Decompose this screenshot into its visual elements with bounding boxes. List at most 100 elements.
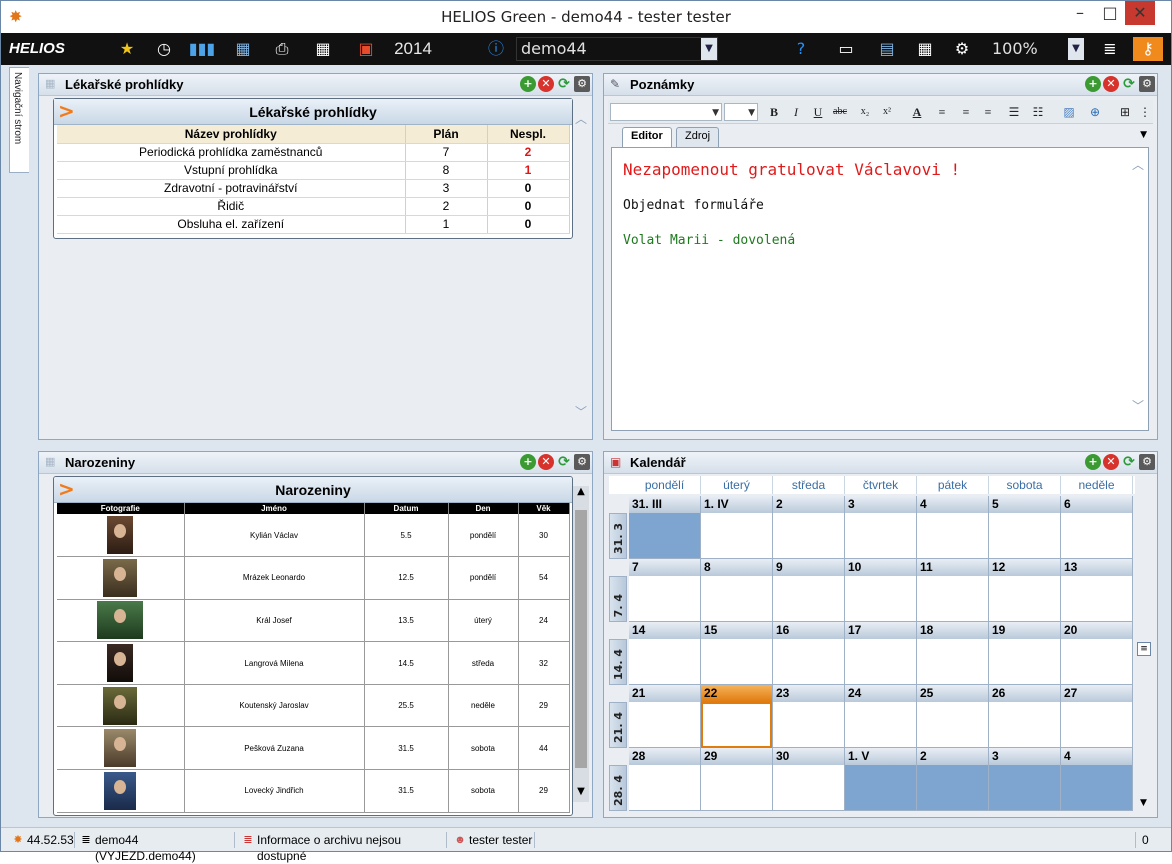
calendar-day-body[interactable] [701,576,772,622]
calendar-day-cell[interactable]: 4 [1061,748,1133,811]
calendar-day-body[interactable] [845,513,916,559]
settings-icon[interactable]: ⚙ [1139,76,1155,92]
calendar-day-cell[interactable]: 30 [773,748,845,811]
calendar-day-body[interactable] [845,576,916,622]
calendar-day-body[interactable] [1061,765,1132,811]
calendar-day-body[interactable] [1061,576,1132,622]
tab-editor[interactable]: Editor [622,127,672,147]
calendar-day-body[interactable] [629,639,700,685]
calendar-day-body[interactable] [917,702,988,748]
add-icon[interactable]: + [1085,76,1101,92]
settings-icon[interactable]: ⚙ [574,76,590,92]
calendar-day-body[interactable] [1061,513,1132,559]
calendar-day-body[interactable] [989,576,1060,622]
image-icon[interactable]: ▨ [1060,103,1078,121]
calendar-day-cell[interactable]: 19 [989,622,1061,685]
table-row[interactable]: Řidič 2 0 [57,197,570,216]
column-header[interactable]: Fotografie [57,503,185,514]
table-row[interactable]: Obsluha el. zařízení 1 0 [57,215,570,234]
subscript-icon[interactable]: x₂ [856,103,874,121]
calendar-day-cell[interactable]: 24 [845,685,917,748]
column-header[interactable]: Plán [405,125,488,144]
calendar-day-body[interactable] [989,702,1060,748]
chevron-up-icon[interactable]: ▲ [573,486,589,502]
info-icon[interactable]: ⓘ [484,37,508,61]
grid-layout-icon[interactable]: ▦ [310,37,336,61]
table-row[interactable]: Koutenský Jaroslav 25.5 neděle 29 [57,684,570,728]
table-row[interactable]: Lovecký Jindřich 31.5 sobota 29 [57,769,570,813]
navigation-tree-tab[interactable]: Navigační strom [9,67,29,173]
calendar-day-cell[interactable]: 2 [917,748,989,811]
calendar-day-cell[interactable]: 11 [917,559,989,622]
calendar-day-cell[interactable]: 26 [989,685,1061,748]
calendar-menu-icon[interactable]: ≡ [1137,642,1151,656]
modules-bars-icon[interactable]: ▮▮▮ [188,37,216,61]
chevron-down-icon[interactable]: ▼ [573,786,589,802]
refresh-icon[interactable]: ⟳ [1121,76,1137,92]
table-row[interactable]: Vstupní prohlídka 8 1 [57,161,570,180]
maximize-button[interactable]: □ [1095,1,1125,25]
layout-settings-icon[interactable]: ▦ [912,37,938,61]
calendar-day-cell[interactable]: 1. V [845,748,917,811]
bullet-list-icon[interactable]: ☰ [1006,103,1022,121]
table-row[interactable]: Kylián Václav 5.5 pondělí 30 [57,514,570,558]
calendar-day-cell[interactable]: 22 [701,685,773,748]
chevron-down-icon[interactable]: ▼ [1068,38,1084,60]
close-button[interactable]: ✕ [1125,1,1155,25]
database-disconnect-icon[interactable]: ≣ [1097,37,1123,61]
align-center-icon[interactable]: ≡ [958,103,974,121]
link-icon[interactable]: ⊕ [1086,103,1104,121]
table-row[interactable]: Zdravotní - potravinářství 3 0 [57,179,570,198]
calendar-day-body[interactable] [917,513,988,559]
calendar-day-cell[interactable]: 15 [701,622,773,685]
settings-icon[interactable]: ⚙ [1139,454,1155,470]
notes-editor[interactable]: Nezapomenout gratulovat Václavovi ! Obje… [611,147,1149,431]
calendar-day-cell[interactable]: 6 [1061,496,1133,559]
calendar-day-body[interactable] [845,639,916,685]
calendar-day-cell[interactable]: 21 [629,685,701,748]
remove-icon[interactable]: ✕ [1103,76,1119,92]
column-header[interactable]: Den [448,503,519,514]
numbered-list-icon[interactable]: ☷ [1030,103,1046,121]
calendar-day-cell[interactable]: 17 [845,622,917,685]
table-row[interactable]: Langrová Milena 14.5 středa 32 [57,641,570,685]
tree-icon[interactable]: ▦ [231,37,255,61]
calendar-day-cell[interactable]: 27 [1061,685,1133,748]
table-row[interactable]: Periodická prohlídka zaměstnanců 7 2 [57,143,570,162]
calendar-day-cell[interactable]: 4 [917,496,989,559]
clock-icon[interactable]: ◷ [152,37,176,61]
remove-icon[interactable]: ✕ [538,454,554,470]
calendar-day-body[interactable] [845,765,916,811]
table-icon[interactable]: ⊞ [1116,103,1134,121]
chevron-down-icon[interactable]: ﹀ [1130,397,1146,414]
week-label[interactable]: 7. 4 [609,576,627,622]
chevron-down-icon[interactable]: ▼ [701,38,717,60]
calendar-day-cell[interactable]: 25 [917,685,989,748]
font-color-icon[interactable]: A [908,103,926,121]
more-options-icon[interactable]: ⋮ [1138,103,1152,121]
calendar-day-cell[interactable]: 16 [773,622,845,685]
strikethrough-icon[interactable]: abc [830,103,850,121]
calendar-day-cell[interactable]: 23 [773,685,845,748]
week-label[interactable]: 31. 3 [609,513,627,559]
calendar-day-body[interactable] [701,513,772,559]
database-combo[interactable]: demo44 ▼ [516,37,718,61]
year-label[interactable]: 2014 [389,37,437,61]
calendar-day-cell[interactable]: 12 [989,559,1061,622]
calendar-day-body[interactable] [773,702,844,748]
calendar-day-body[interactable] [917,576,988,622]
calendar-icon[interactable]: ▣ [354,37,378,61]
column-header[interactable]: Věk [518,503,570,514]
calendar-day-cell[interactable]: 28 [629,748,701,811]
calendar-day-body[interactable] [773,639,844,685]
table-row[interactable]: Pešková Zuzana 31.5 sobota 44 [57,726,570,771]
gear-icon[interactable]: ⚙ [949,37,975,61]
remove-icon[interactable]: ✕ [538,76,554,92]
settings-icon[interactable]: ⚙ [574,454,590,470]
add-icon[interactable]: + [520,454,536,470]
scrollbar-thumb[interactable] [575,510,587,768]
align-left-icon[interactable]: ≡ [934,103,950,121]
chevron-down-icon[interactable]: ﹀ [573,403,589,420]
calendar-day-cell[interactable]: 3 [845,496,917,559]
calendar-day-body[interactable] [917,765,988,811]
